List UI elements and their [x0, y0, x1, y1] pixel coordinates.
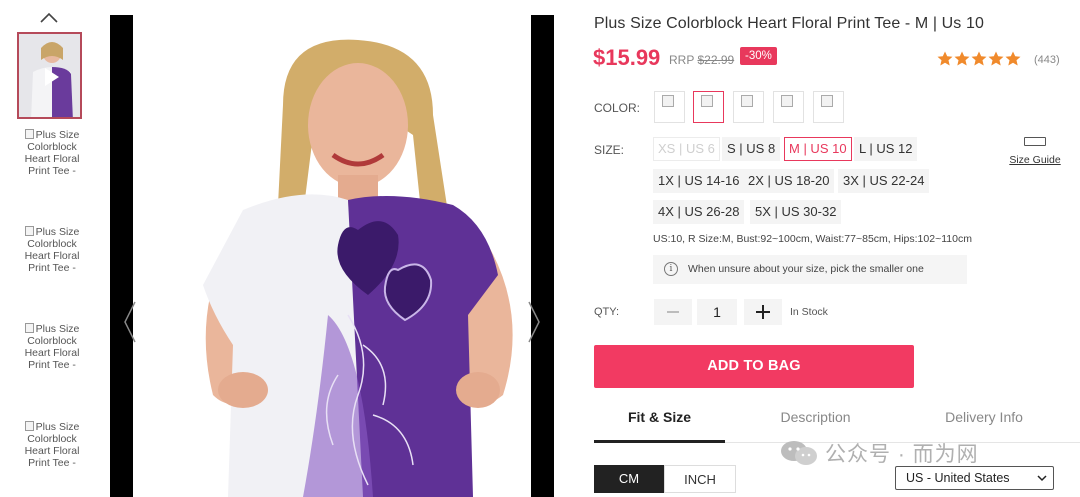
qty-label: QTY: [594, 306, 620, 318]
info-icon: i [664, 262, 678, 276]
color-swatch[interactable] [693, 91, 724, 123]
size-tip-text: When unsure about your size, pick the sm… [688, 263, 924, 275]
star-icon [971, 51, 987, 66]
size-option[interactable]: 4X | US 26-28 [653, 200, 745, 224]
product-photo [133, 15, 531, 497]
tab-delivery-info[interactable]: Delivery Info [925, 409, 1043, 425]
qty-increase-button[interactable] [744, 299, 782, 325]
size-option: XS | US 6 [653, 137, 720, 161]
prev-image-arrow-icon[interactable] [123, 300, 137, 344]
star-icon [954, 51, 970, 66]
color-label: COLOR: [594, 101, 641, 115]
broken-image-icon [24, 129, 34, 139]
next-image-arrow-icon[interactable] [527, 300, 541, 344]
play-icon [45, 68, 59, 86]
broken-image-icon [821, 95, 833, 107]
star-icon [937, 51, 953, 66]
size-guide-label: Size Guide [1009, 154, 1061, 166]
rrp-value: $22.99 [697, 53, 735, 67]
size-tip: i When unsure about your size, pick the … [653, 255, 967, 284]
color-swatch[interactable] [733, 91, 764, 123]
color-swatch[interactable] [654, 91, 685, 123]
chevron-up-icon[interactable] [38, 10, 60, 26]
stock-status: In Stock [790, 306, 828, 318]
watermark: 公众号 · 而为网 [779, 438, 979, 468]
locale-value: US - United States [906, 471, 1010, 485]
star-icon [988, 51, 1004, 66]
watermark-text: 公众号 · 而为网 [825, 443, 979, 466]
broken-image-icon [24, 421, 34, 431]
size-label: SIZE: [594, 143, 625, 157]
thumbnail-item[interactable]: Plus Size Colorblock Heart Floral Print … [17, 226, 87, 274]
unit-inch-button[interactable]: INCH [664, 465, 736, 493]
broken-image-icon [741, 95, 753, 107]
thumbnail-column: Plus Size Colorblock Heart Floral Print … [0, 0, 100, 497]
rating-stars[interactable] [937, 51, 1021, 66]
ruler-icon [1024, 137, 1046, 146]
size-option[interactable]: S | US 8 [722, 137, 781, 161]
review-count[interactable]: (443) [1034, 54, 1060, 66]
thumbnail-item[interactable]: Plus Size Colorblock Heart Floral Print … [17, 129, 87, 177]
add-to-bag-button[interactable]: ADD TO BAG [594, 345, 914, 388]
chevron-down-icon [1037, 475, 1047, 482]
broken-image-icon [662, 95, 674, 107]
color-swatch[interactable] [773, 91, 804, 123]
product-title: Plus Size Colorblock Heart Floral Print … [594, 15, 984, 32]
broken-image-icon [24, 323, 34, 333]
tab-description[interactable]: Description [760, 409, 871, 425]
tab-fit-size[interactable]: Fit & Size [594, 409, 725, 425]
sale-price: $15.99 [593, 45, 661, 70]
size-guide-link[interactable]: Size Guide [1008, 137, 1062, 168]
qty-input[interactable]: 1 [697, 299, 737, 325]
thumbnail-item[interactable]: Plus Size Colorblock Heart Floral Print … [17, 323, 87, 371]
star-icon [1005, 51, 1021, 66]
wechat-icon [781, 441, 817, 465]
broken-image-icon [781, 95, 793, 107]
size-option[interactable]: M | US 10 [784, 137, 852, 161]
size-option[interactable]: 1X | US 14-16 [653, 169, 745, 193]
locale-select[interactable]: US - United States [895, 466, 1054, 490]
thumbnail-item[interactable]: Plus Size Colorblock Heart Floral Print … [17, 421, 87, 469]
size-option[interactable]: 2X | US 18-20 [743, 169, 835, 193]
plus-icon [756, 305, 770, 319]
minus-icon [667, 311, 679, 313]
product-main-image[interactable] [110, 15, 554, 497]
discount-badge: -30% [740, 47, 777, 65]
rrp-label: RRP [669, 53, 695, 67]
size-option[interactable]: L | US 12 [854, 137, 918, 161]
qty-decrease-button[interactable] [654, 299, 692, 325]
active-tab-indicator [594, 440, 725, 443]
size-measurements: US:10, R Size:M, Bust:92~100cm, Waist:77… [653, 233, 972, 245]
rrp-price: RRP $22.99 [669, 53, 734, 67]
broken-image-icon [701, 95, 713, 107]
broken-image-icon [24, 226, 34, 236]
thumbnail-video[interactable] [17, 32, 82, 119]
unit-cm-button[interactable]: CM [594, 465, 664, 493]
size-option[interactable]: 5X | US 30-32 [750, 200, 842, 224]
size-option[interactable]: 3X | US 22-24 [838, 169, 930, 193]
color-swatch[interactable] [813, 91, 844, 123]
